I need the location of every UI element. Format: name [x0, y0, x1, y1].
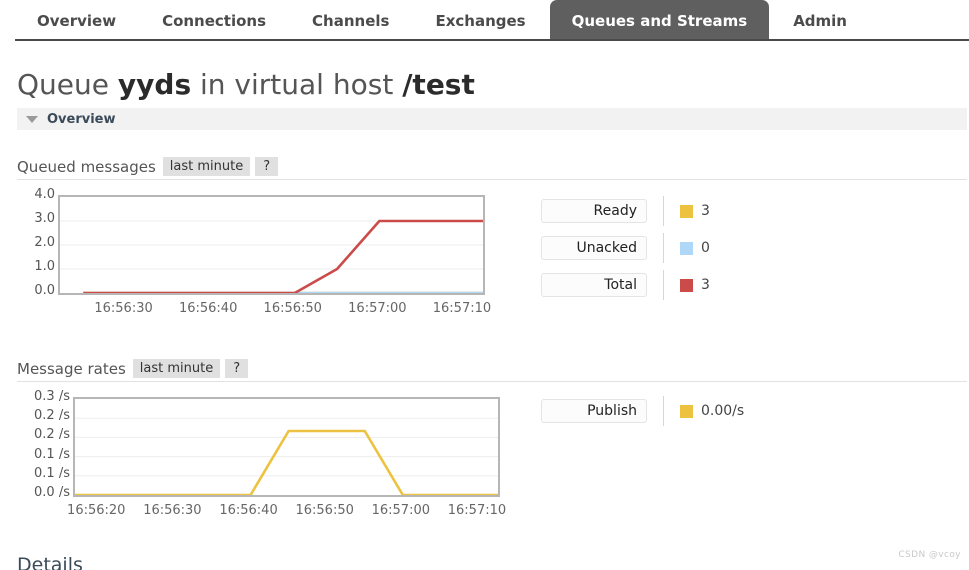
legend-divider: [663, 233, 664, 263]
queued-messages-block: Queued messages last minute ? 0.0 1.0 2.0 3…: [17, 154, 967, 315]
x-tick-label: 16:56:50: [263, 301, 322, 316]
message-rates-range-selector[interactable]: last minute: [132, 359, 221, 378]
overview-section-label: Overview: [47, 111, 116, 127]
message-rates-x-axis-labels: 16:56:20 16:56:30 16:56:40 16:56:50 16:57:00…: [67, 503, 506, 520]
nav-tab-admin[interactable]: Admin: [771, 0, 869, 41]
message-rates-block: Message rates last minute ? 0.0 /s 0.1 /s…: [17, 356, 967, 517]
queued-messages-y-axis-labels: 0.0 1.0 2.0 3.0 4.0: [17, 188, 55, 298]
page-title-prefix: Queue: [17, 68, 118, 101]
y-tick-label: 2.0: [34, 235, 55, 250]
nav-tab-overview[interactable]: Overview: [15, 0, 138, 41]
main-navigation: Overview Connections Channels Exchanges Queu…: [0, 0, 969, 42]
queued-messages-x-axis-labels: 16:56:30 16:56:40 16:56:50 16:57:00 16:57:10: [58, 301, 491, 318]
legend-color-swatch-publish: [680, 404, 693, 418]
message-rates-legend: Publish 0.00/s: [541, 396, 745, 436]
y-tick-label: 0.0: [34, 283, 55, 298]
legend-row: Publish 0.00/s: [541, 396, 745, 426]
y-tick-label: 1.0: [34, 259, 55, 274]
x-tick-label: 16:57:10: [447, 503, 507, 518]
watermark: CSDN @vcoy: [898, 550, 961, 560]
y-tick-label: 0.2 /s: [34, 427, 70, 443]
y-tick-label: 4.0: [34, 187, 55, 202]
legend-value-ready: 3: [701, 203, 710, 219]
queued-messages-title: Queued messages: [17, 157, 156, 176]
nav-tab-connections[interactable]: Connections: [140, 0, 288, 41]
series-line-total: [83, 221, 483, 293]
details-section-heading: Details: [17, 554, 83, 570]
chevron-down-icon[interactable]: [26, 115, 38, 123]
page-title-middle: in virtual host: [191, 68, 403, 101]
queued-messages-range-selector[interactable]: last minute: [162, 157, 251, 176]
legend-toggle-unacked[interactable]: Unacked: [541, 236, 647, 260]
nav-tab-channels[interactable]: Channels: [290, 0, 411, 41]
rabbitmq-management-page: Overview Connections Channels Exchanges Queu…: [0, 0, 969, 570]
nav-underline: [15, 39, 969, 41]
legend-value-total: 3: [701, 277, 710, 293]
page-title-queue-name: yyds: [117, 68, 192, 101]
nav-tab-exchanges[interactable]: Exchanges: [413, 0, 547, 41]
x-tick-label: 16:56:30: [94, 301, 153, 316]
message-rates-title: Message rates: [17, 359, 126, 378]
series-line-publish: [75, 431, 498, 495]
x-tick-label: 16:57:00: [371, 503, 431, 518]
y-tick-label: 0.3 /s: [34, 389, 70, 404]
message-rates-svg: [75, 417, 498, 495]
y-tick-label: 0.1 /s: [34, 465, 70, 481]
queued-messages-plot: [58, 195, 485, 295]
legend-row: Ready 3: [541, 196, 710, 226]
nav-tab-queues-and-streams[interactable]: Queues and Streams: [549, 0, 770, 41]
queued-messages-help-icon[interactable]: ?: [255, 157, 279, 176]
queued-messages-legend: Ready 3 Unacked 0 Total 3: [541, 196, 710, 310]
queued-messages-header: Queued messages last minute ?: [17, 154, 967, 180]
x-tick-label: 16:57:00: [348, 301, 407, 316]
x-tick-label: 16:56:40: [219, 503, 278, 518]
legend-toggle-total[interactable]: Total: [541, 273, 647, 297]
x-tick-label: 16:57:10: [432, 301, 492, 316]
legend-value-publish: 0.00/s: [701, 403, 745, 419]
legend-toggle-publish[interactable]: Publish: [541, 399, 647, 423]
message-rates-y-axis-labels: 0.0 /s 0.1 /s 0.1 /s 0.2 /s 0.2 /s 0.3 /s: [17, 390, 70, 500]
message-rates-plot: [73, 397, 500, 497]
x-tick-label: 16:56:40: [178, 301, 238, 316]
y-tick-label: 0.0 /s: [34, 485, 70, 500]
legend-divider: [663, 270, 664, 300]
y-tick-label: 0.2 /s: [34, 408, 70, 424]
x-tick-label: 16:56:30: [143, 503, 202, 518]
overview-section-bar[interactable]: Overview: [17, 108, 967, 130]
legend-color-swatch-ready: [680, 204, 693, 218]
message-rates-help-icon[interactable]: ?: [225, 359, 249, 378]
legend-row: Total 3: [541, 270, 710, 300]
legend-color-swatch-unacked: [680, 241, 693, 255]
legend-divider: [663, 196, 664, 226]
nav-tab-list: Overview Connections Channels Exchanges Queu…: [15, 0, 871, 41]
legend-row: Unacked 0: [541, 233, 710, 263]
page-title-vhost: /test: [402, 68, 475, 101]
page-title: Queue yyds in virtual host /test: [17, 68, 475, 101]
x-tick-label: 16:56:50: [295, 503, 354, 518]
x-tick-label: 16:56:20: [67, 503, 126, 518]
legend-divider: [663, 396, 664, 426]
y-tick-label: 0.1 /s: [34, 446, 70, 462]
legend-color-swatch-total: [680, 278, 693, 292]
legend-value-unacked: 0: [701, 240, 710, 256]
message-rates-header: Message rates last minute ?: [17, 356, 967, 382]
y-tick-label: 3.0: [34, 211, 55, 226]
queued-messages-svg: [60, 197, 483, 293]
legend-toggle-ready[interactable]: Ready: [541, 199, 647, 223]
